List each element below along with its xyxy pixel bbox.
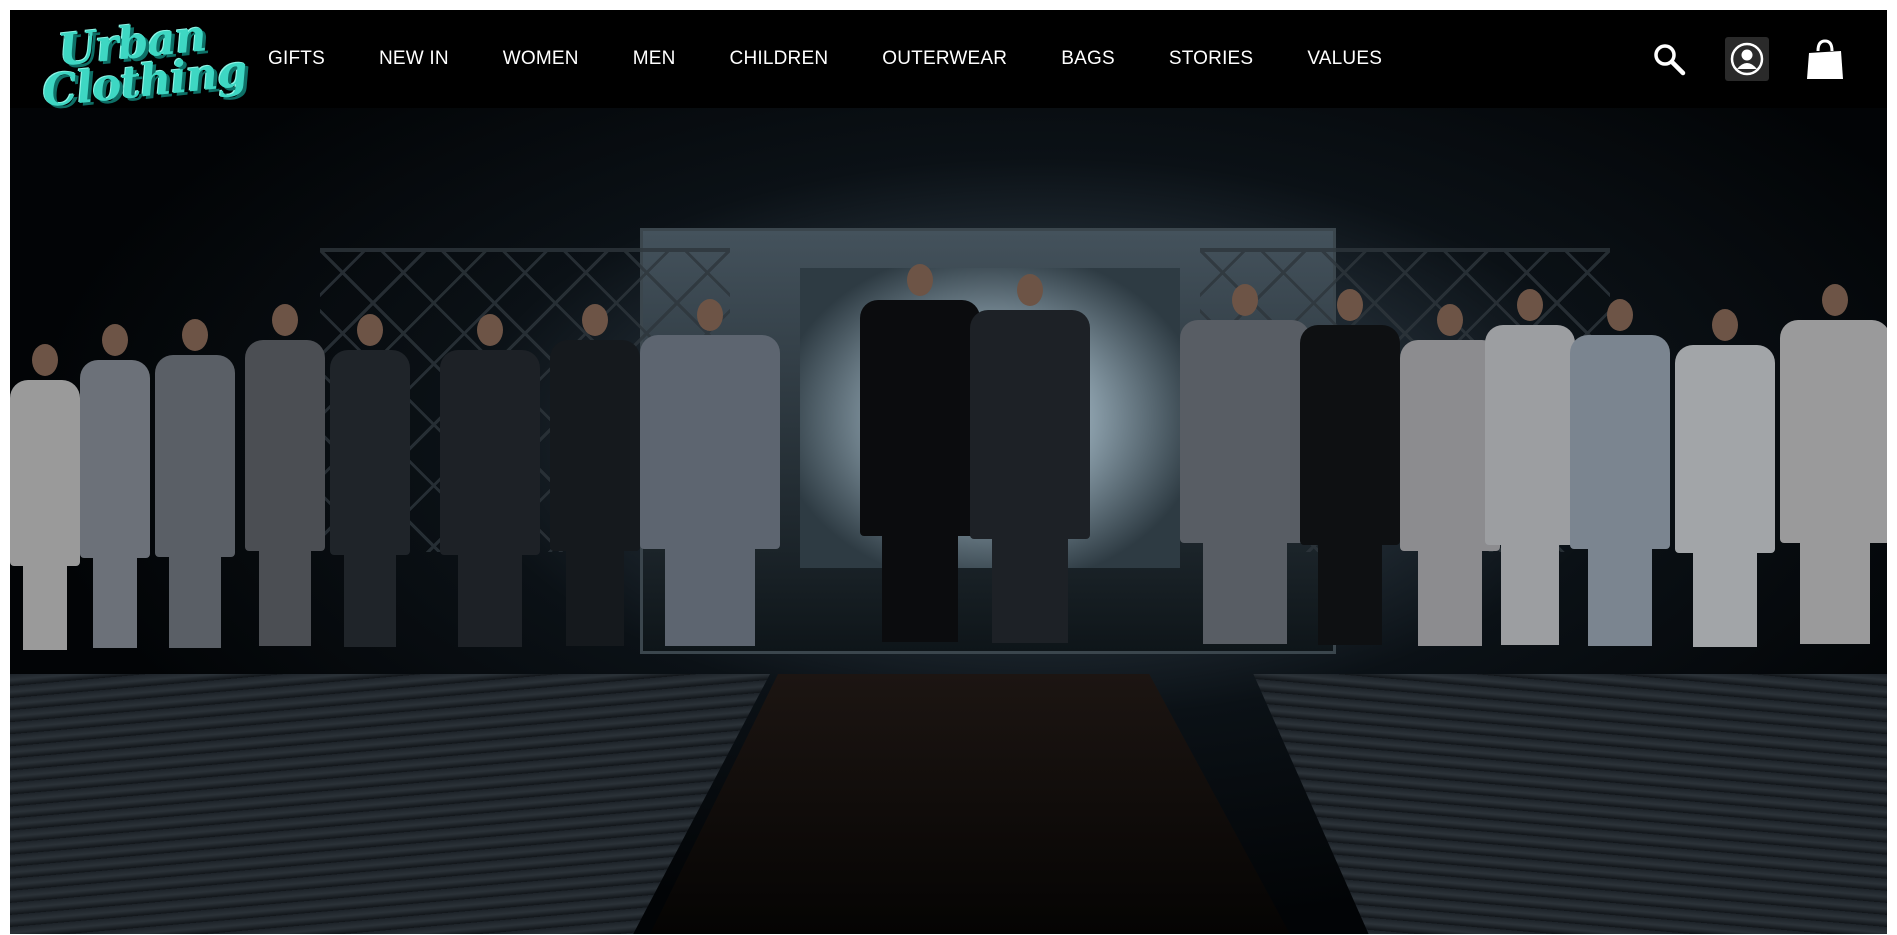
account-button[interactable] <box>1725 37 1769 81</box>
nav-item-outerwear[interactable]: OUTERWEAR <box>882 48 1007 70</box>
model-silhouette <box>860 264 980 644</box>
nav-item-children[interactable]: CHILDREN <box>730 48 829 70</box>
model-silhouette <box>155 319 235 648</box>
model-silhouette <box>640 299 780 646</box>
model-silhouette <box>330 314 410 647</box>
model-silhouette <box>1675 309 1775 647</box>
stage-floor-left <box>10 674 770 934</box>
page-frame: Urban Clothing GIFTS NEW IN WOMEN MEN CH… <box>10 10 1887 934</box>
model-silhouette <box>245 304 325 646</box>
model-silhouette <box>550 304 640 646</box>
search-button[interactable] <box>1647 37 1691 81</box>
nav-item-gifts[interactable]: GIFTS <box>268 48 325 70</box>
model-silhouette <box>1570 299 1670 646</box>
urban-clothing-logo[interactable]: Urban Clothing <box>40 10 249 117</box>
model-silhouette <box>440 314 540 647</box>
header-icons <box>1613 10 1847 108</box>
model-silhouette <box>1780 284 1887 644</box>
model-silhouette <box>1180 284 1310 644</box>
hero-image[interactable] <box>10 108 1887 934</box>
site-header: Urban Clothing GIFTS NEW IN WOMEN MEN CH… <box>10 10 1887 118</box>
model-silhouette <box>1485 289 1575 645</box>
nav-item-stories[interactable]: STORIES <box>1169 48 1253 70</box>
model-silhouette <box>1300 289 1400 645</box>
nav-item-women[interactable]: WOMEN <box>503 48 579 70</box>
stage-floor-right <box>1253 674 1887 934</box>
model-silhouette <box>10 344 80 650</box>
search-icon <box>1654 44 1686 76</box>
nav-item-values[interactable]: VALUES <box>1307 48 1382 70</box>
shopping-bag-icon <box>1807 39 1843 79</box>
account-icon <box>1730 42 1764 76</box>
nav-item-bags[interactable]: BAGS <box>1061 48 1115 70</box>
model-silhouette <box>80 324 150 648</box>
nav-item-new-in[interactable]: NEW IN <box>379 48 449 70</box>
nav-item-men[interactable]: MEN <box>633 48 676 70</box>
cart-button[interactable] <box>1803 37 1847 81</box>
main-nav: GIFTS NEW IN WOMEN MEN CHILDREN OUTERWEA… <box>268 10 1436 108</box>
model-silhouette <box>970 274 1090 644</box>
